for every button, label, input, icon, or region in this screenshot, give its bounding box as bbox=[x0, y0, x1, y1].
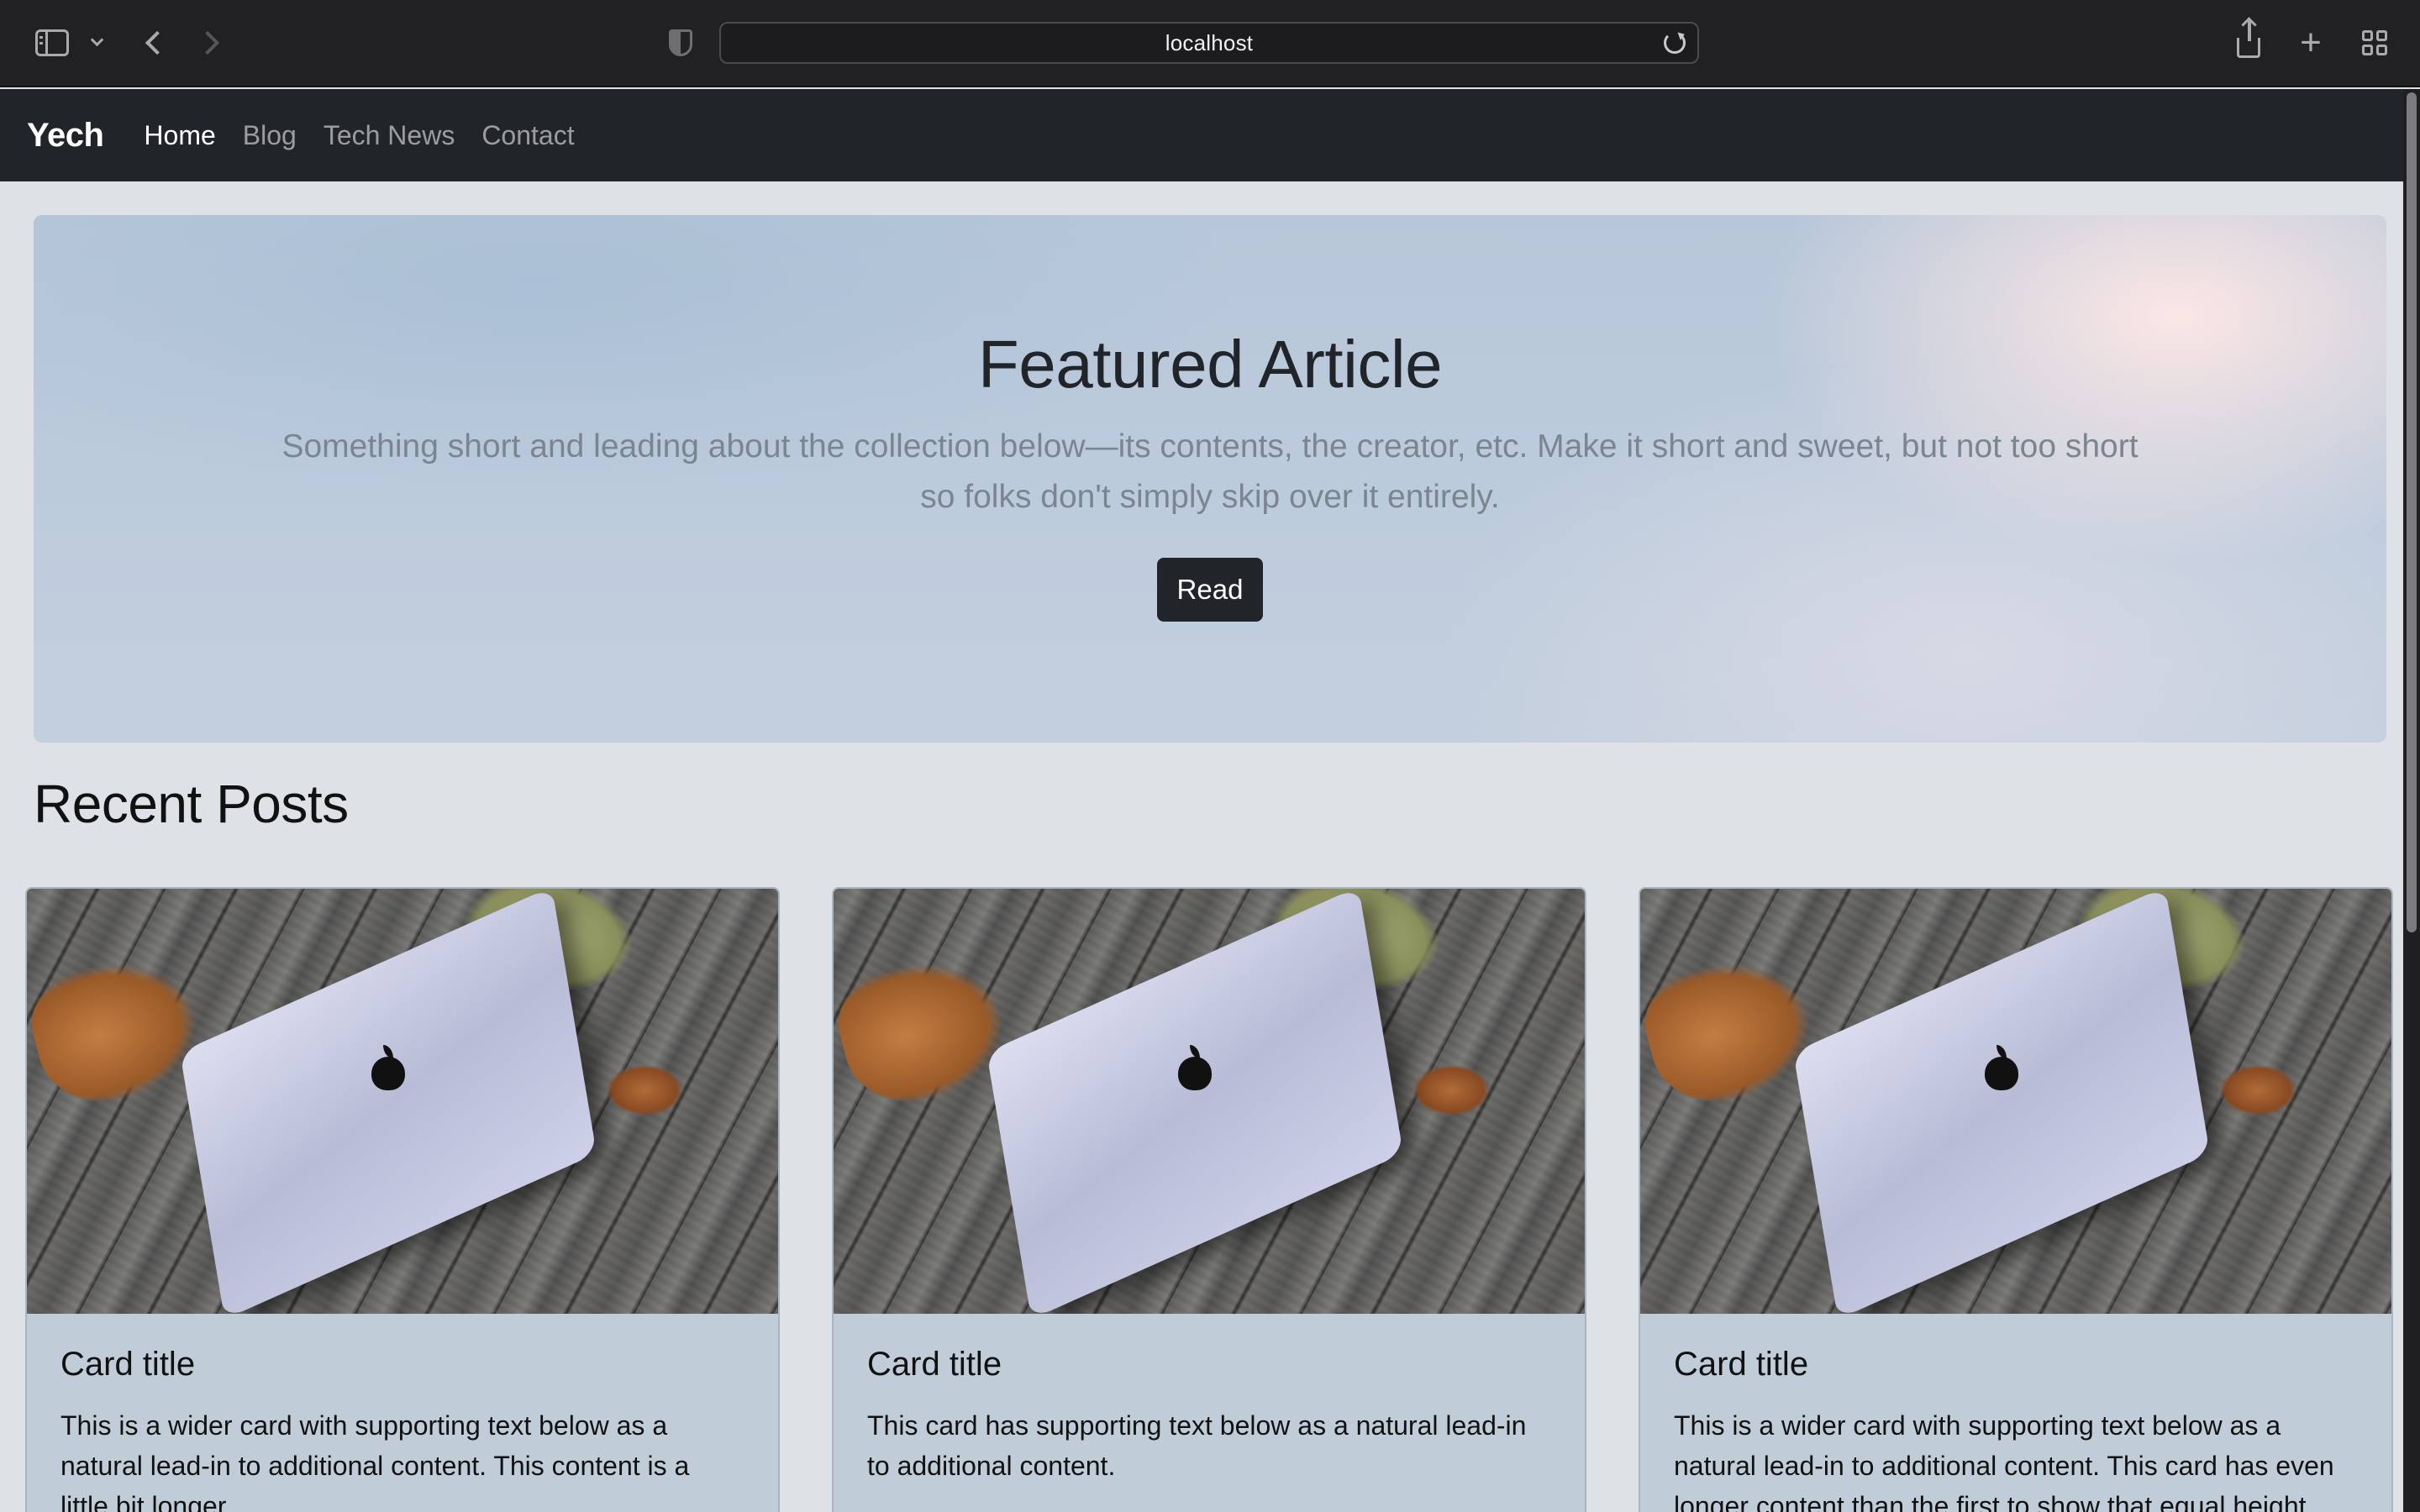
page-scrollbar[interactable] bbox=[2403, 89, 2420, 1512]
post-card[interactable]: Card title This is a wider card with sup… bbox=[1639, 887, 2393, 1512]
sidebar-toggle-icon[interactable] bbox=[30, 24, 74, 62]
read-button[interactable]: Read bbox=[1157, 558, 1263, 622]
share-icon[interactable] bbox=[2233, 19, 2264, 62]
card-text: This card has supporting text below as a… bbox=[867, 1410, 1527, 1481]
address-bar[interactable]: localhost bbox=[719, 22, 1699, 64]
apple-logo-icon bbox=[371, 1045, 405, 1090]
site-navbar: Yech Home Blog Tech News Contact bbox=[0, 89, 2403, 181]
hero-title: Featured Article bbox=[977, 327, 1443, 402]
privacy-shield-icon[interactable] bbox=[666, 24, 696, 62]
card-text: This is a wider card with supporting tex… bbox=[60, 1410, 690, 1512]
nav-link-blog[interactable]: Blog bbox=[243, 120, 297, 151]
forward-arrow-icon[interactable] bbox=[195, 24, 225, 62]
nav-link-home[interactable]: Home bbox=[144, 120, 215, 151]
featured-article-hero: Featured Article Something short and lea… bbox=[34, 215, 2386, 743]
post-card[interactable]: Card title This is a wider card with sup… bbox=[25, 887, 780, 1512]
nav-link-tech-news[interactable]: Tech News bbox=[324, 120, 455, 151]
card-title: Card title bbox=[867, 1346, 1002, 1383]
chevron-down-icon[interactable] bbox=[84, 24, 109, 62]
post-card[interactable]: Card title This card has supporting text… bbox=[832, 887, 1586, 1512]
card-title: Card title bbox=[60, 1346, 196, 1383]
tab-overview-icon[interactable] bbox=[2358, 24, 2391, 62]
new-tab-icon[interactable]: + bbox=[2296, 22, 2326, 63]
apple-logo-icon bbox=[1985, 1045, 2018, 1090]
card-title: Card title bbox=[1674, 1346, 1809, 1383]
card-image bbox=[834, 889, 1585, 1314]
back-arrow-icon[interactable] bbox=[139, 24, 170, 62]
card-image bbox=[27, 889, 778, 1314]
recent-posts-heading: Recent Posts bbox=[34, 774, 349, 834]
card-text: This is a wider card with supporting tex… bbox=[1674, 1410, 2334, 1512]
browser-toolbar: localhost + bbox=[0, 0, 2420, 87]
address-url: localhost bbox=[1165, 29, 1254, 55]
apple-logo-icon bbox=[1178, 1045, 1212, 1090]
nav-link-contact[interactable]: Contact bbox=[481, 120, 574, 151]
scrollbar-thumb[interactable] bbox=[2407, 92, 2417, 932]
reload-icon[interactable] bbox=[1664, 32, 1686, 54]
brand-logo[interactable]: Yech bbox=[27, 117, 104, 155]
card-image bbox=[1640, 889, 2391, 1314]
hero-lead-text: Something short and leading about the co… bbox=[281, 428, 2139, 515]
